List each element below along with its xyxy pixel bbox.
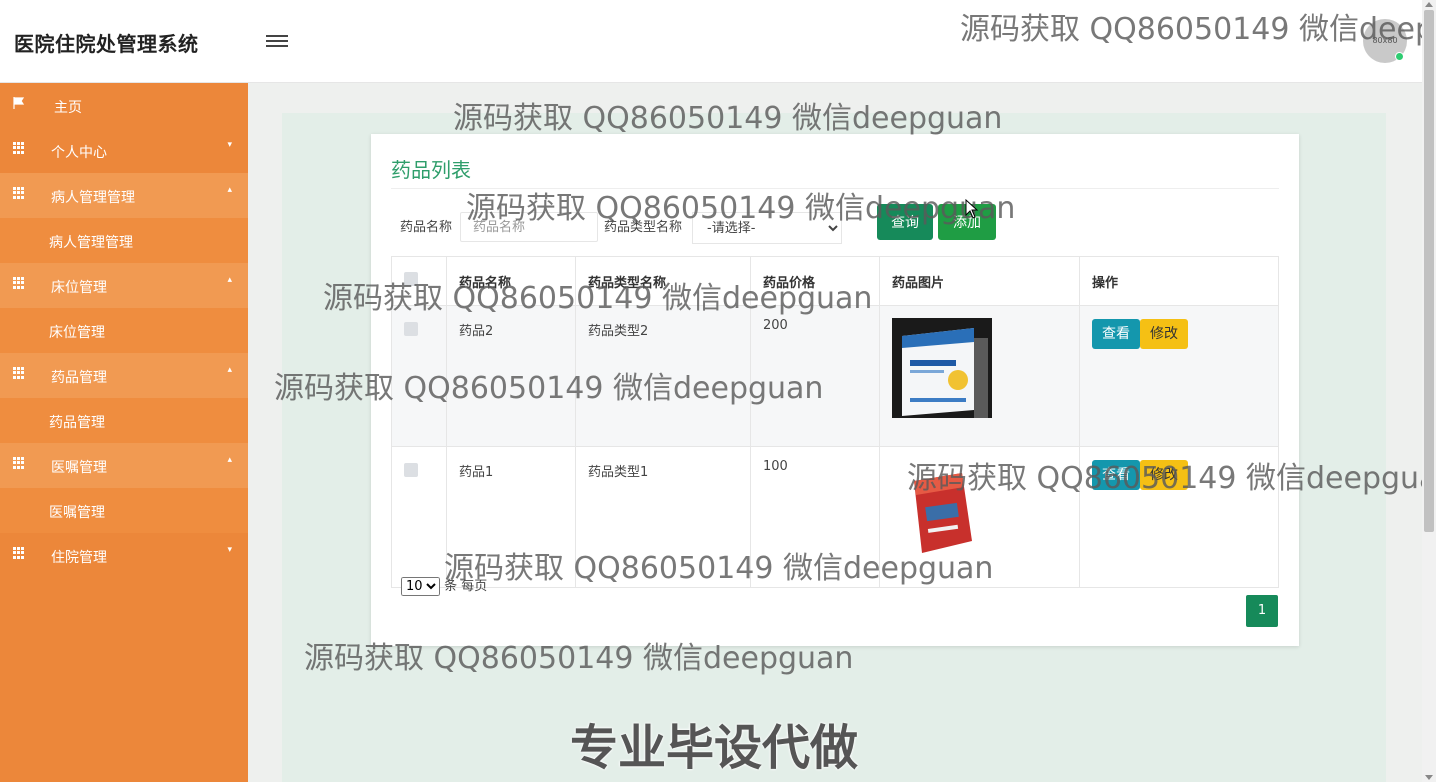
sidebar-item-patient-management[interactable]: 病人管理管理 ▴ <box>0 173 248 218</box>
row-checkbox[interactable] <box>404 322 418 336</box>
header-drug-type: 药品类型名称 <box>575 256 751 306</box>
app-title: 医院住院处管理系统 <box>14 32 199 56</box>
grid-icon <box>13 142 25 154</box>
menu-toggle-icon[interactable] <box>266 32 288 50</box>
cell-actions: 查看 修改 <box>1079 446 1279 588</box>
sidebar-item-label: 病人管理管理 <box>49 235 133 251</box>
edit-button[interactable]: 修改 <box>1140 319 1188 349</box>
cell-drug-name: 药品1 <box>446 446 576 588</box>
drug-name-label: 药品名称 <box>400 220 453 235</box>
header-actions: 操作 <box>1079 256 1279 306</box>
caret-up-icon: ▴ <box>227 275 232 285</box>
caret-up-icon: ▴ <box>227 365 232 375</box>
scroll-down-icon[interactable] <box>1425 775 1433 780</box>
sidebar-item-inpatient-management[interactable]: 住院管理 ▾ <box>0 533 248 578</box>
sidebar-item-label: 住院管理 <box>51 550 107 566</box>
drug-name-input[interactable] <box>460 212 598 242</box>
row-select-cell <box>391 446 447 588</box>
view-button[interactable]: 查看 <box>1092 319 1140 349</box>
sidebar-item-label: 药品管理 <box>49 415 105 431</box>
cell-drug-name: 药品2 <box>446 305 576 447</box>
sidebar-item-label: 主页 <box>54 100 82 116</box>
select-all-cell <box>391 256 447 306</box>
header-drug-image: 药品图片 <box>879 256 1080 306</box>
title-divider <box>391 188 1279 189</box>
table-row: 药品1 药品类型1 100 查看 修改 <box>391 446 1279 588</box>
sidebar-subitem-drug-management[interactable]: 药品管理 <box>0 398 248 443</box>
drug-type-select[interactable]: -请选择- <box>692 212 842 244</box>
sidebar-item-label: 病人管理管理 <box>51 190 135 206</box>
view-button[interactable]: 查看 <box>1092 460 1140 490</box>
caret-up-icon: ▴ <box>227 185 232 195</box>
sidebar-item-home[interactable]: 主页 <box>0 83 248 128</box>
grid-icon <box>13 187 25 199</box>
scroll-up-icon[interactable] <box>1425 2 1433 7</box>
drug-table: 药品名称 药品类型名称 药品价格 药品图片 操作 药品2 药品类型2 200 查… <box>391 256 1279 588</box>
page-title: 药品列表 <box>391 158 471 182</box>
avatar[interactable]: 80x80 <box>1363 19 1407 63</box>
page-size-suffix: 条 每页 <box>444 579 488 594</box>
sidebar-subitem-order-management[interactable]: 医嘱管理 <box>0 488 248 533</box>
sidebar-item-label: 医嘱管理 <box>51 460 107 476</box>
cell-drug-image <box>879 446 1080 588</box>
grid-icon <box>13 367 25 379</box>
sidebar-item-label: 个人中心 <box>51 145 107 161</box>
cell-actions: 查看 修改 <box>1079 305 1279 447</box>
table-row: 药品2 药品类型2 200 查看 修改 <box>391 305 1279 447</box>
sidebar-item-bed-management[interactable]: 床位管理 ▴ <box>0 263 248 308</box>
cell-drug-price: 200 <box>750 305 880 447</box>
drug-box-image[interactable] <box>892 318 992 418</box>
table-header-row: 药品名称 药品类型名称 药品价格 药品图片 操作 <box>391 256 1279 306</box>
drug-box-image[interactable] <box>892 459 992 559</box>
caret-down-icon: ▾ <box>227 545 232 555</box>
sidebar-item-label: 床位管理 <box>49 325 105 341</box>
caret-up-icon: ▴ <box>227 455 232 465</box>
top-header: 医院住院处管理系统 80x80 <box>0 0 1422 83</box>
edit-button[interactable]: 修改 <box>1140 460 1188 490</box>
sidebar-item-drug-management[interactable]: 药品管理 ▴ <box>0 353 248 398</box>
grid-icon <box>13 457 25 469</box>
sidebar: 主页 个人中心 ▾ 病人管理管理 ▴ 病人管理管理 床位管理 ▴ 床位管理 药品… <box>0 83 248 782</box>
sidebar-subitem-patient-management[interactable]: 病人管理管理 <box>0 218 248 263</box>
grid-icon <box>13 547 25 559</box>
online-status-dot <box>1395 52 1404 61</box>
vertical-scrollbar[interactable] <box>1422 0 1436 782</box>
sidebar-item-personal-center[interactable]: 个人中心 ▾ <box>0 128 248 173</box>
grid-icon <box>13 277 25 289</box>
row-checkbox[interactable] <box>404 463 418 477</box>
query-button[interactable]: 查询 <box>877 204 933 240</box>
sidebar-item-label: 床位管理 <box>51 280 107 296</box>
sidebar-item-order-management[interactable]: 医嘱管理 ▴ <box>0 443 248 488</box>
sidebar-item-label: 药品管理 <box>51 370 107 386</box>
cell-drug-type: 药品类型2 <box>575 305 751 447</box>
flag-icon <box>13 97 25 109</box>
cell-drug-type: 药品类型1 <box>575 446 751 588</box>
scrollbar-thumb[interactable] <box>1424 10 1434 532</box>
header-drug-name: 药品名称 <box>446 256 576 306</box>
sidebar-item-label: 医嘱管理 <box>49 505 105 521</box>
header-drug-price: 药品价格 <box>750 256 880 306</box>
avatar-placeholder-text: 80x80 <box>1372 36 1398 45</box>
caret-down-icon: ▾ <box>227 140 232 150</box>
page-button-current[interactable]: 1 <box>1246 595 1278 627</box>
row-select-cell <box>391 305 447 447</box>
page-size-select[interactable]: 10 <box>401 577 440 596</box>
select-all-checkbox[interactable] <box>404 272 418 286</box>
sidebar-subitem-bed-management[interactable]: 床位管理 <box>0 308 248 353</box>
page-size-control: 10 条 每页 <box>401 575 487 596</box>
mouse-cursor-icon <box>965 199 979 219</box>
drug-list-card: 药品列表 药品名称 药品类型名称 -请选择- 查询 添加 药品名称 药品类型名称… <box>371 134 1299 646</box>
cell-drug-price: 100 <box>750 446 880 588</box>
drug-type-label: 药品类型名称 <box>604 220 683 235</box>
cell-drug-image <box>879 305 1080 447</box>
